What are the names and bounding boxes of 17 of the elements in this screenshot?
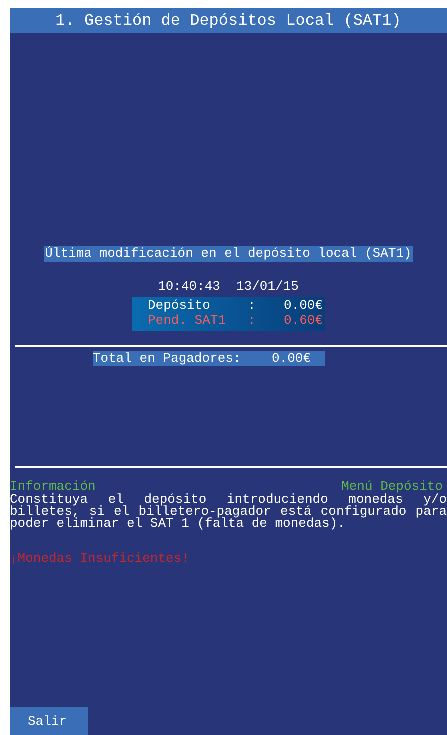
- info-title: Información: [10, 480, 96, 494]
- time-text: 10:40:43: [158, 280, 220, 294]
- separator-text: :: [248, 313, 257, 328]
- deposit-label: Depósito: [148, 298, 212, 313]
- info-message: Constituya el depósito introduciendo monedas y/o billetes, si el billetero-pagador está configurado para poder eliminar el SAT 1 (falta de monedas).: [10, 494, 447, 530]
- exit-button[interactable]: Salir: [10, 707, 88, 735]
- total-value: 0.00€: [272, 351, 311, 366]
- separator-text: :: [248, 298, 257, 313]
- date-text: 13/01/15: [236, 280, 299, 294]
- deposit-label: Pend. SAT1: [148, 313, 228, 328]
- total-label: Total en Pagadores:: [93, 351, 242, 366]
- menu-title: Menú Depósito: [342, 480, 443, 494]
- deposit-value: 0.60€: [282, 313, 323, 328]
- deposit-value: 0.00€: [282, 298, 323, 313]
- window-title: 1. Gestión de Depósitos Local (SAT1): [56, 12, 402, 30]
- alert-message: ¡Monedas Insuficientes!: [10, 552, 190, 566]
- last-modified-heading: Última modificación en el depósito local (SAT1): [44, 246, 413, 262]
